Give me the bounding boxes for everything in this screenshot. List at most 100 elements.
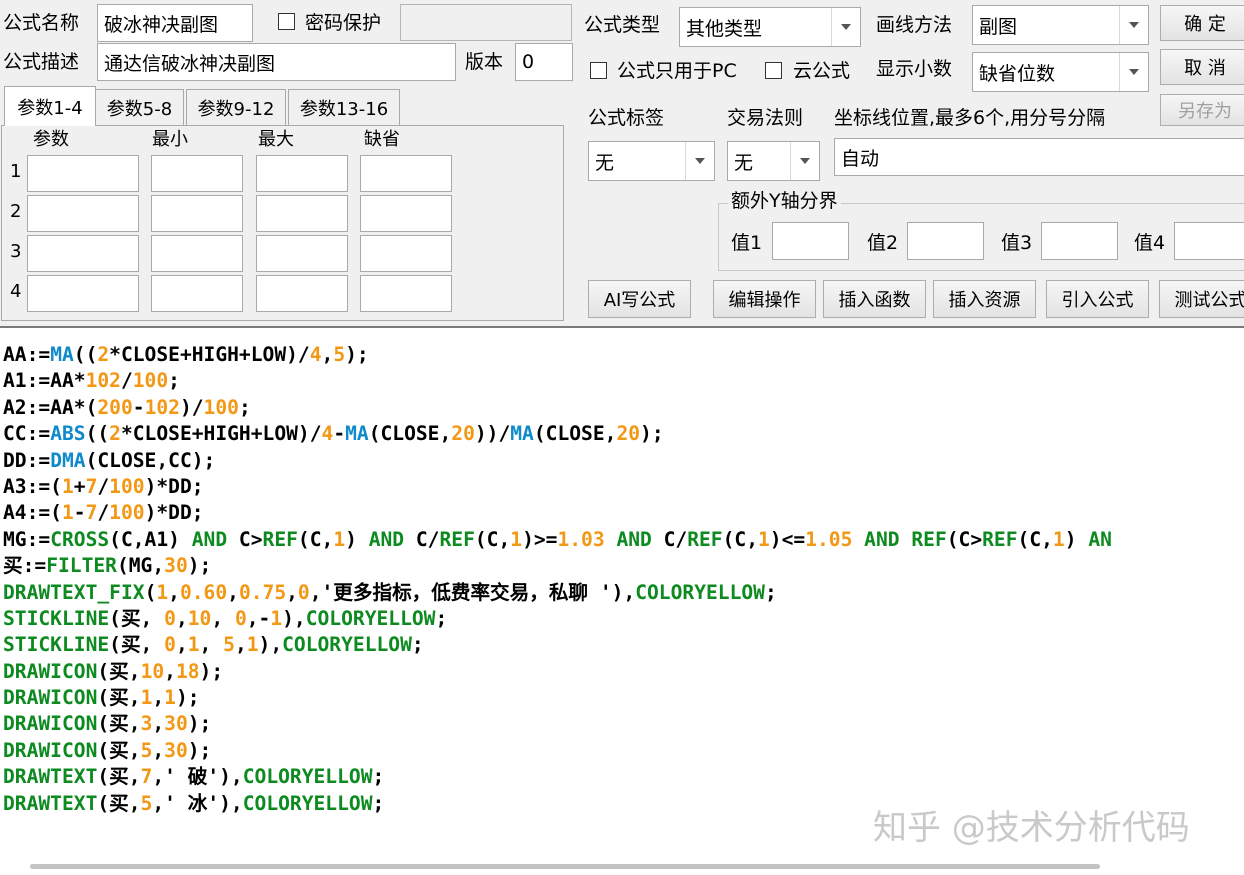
- save-as-button[interactable]: 另存为: [1160, 94, 1244, 126]
- tab-params-9-12[interactable]: 参数9-12: [186, 89, 286, 125]
- draw-method-label: 画线方法: [876, 14, 953, 36]
- chevron-down-icon[interactable]: [831, 8, 860, 46]
- password-input: [400, 4, 572, 41]
- formula-type-value: 其他类型: [686, 17, 763, 40]
- trade-rule-select[interactable]: 无: [727, 141, 820, 181]
- tab-params-1-4[interactable]: 参数1-4: [4, 86, 96, 126]
- formula-tag-select[interactable]: 无: [588, 141, 715, 181]
- code-line[interactable]: DD:=DMA(CLOSE,CC);: [3, 448, 1112, 474]
- decimals-label: 显示小数: [876, 58, 953, 80]
- param-max-field[interactable]: [256, 195, 348, 232]
- draw-method-value: 副图: [979, 15, 1018, 38]
- insert-function-button[interactable]: 插入函数: [823, 280, 926, 318]
- version-input[interactable]: 0: [515, 43, 573, 81]
- password-checkbox[interactable]: [278, 13, 295, 30]
- code-editor[interactable]: AA:=MA((2*CLOSE+HIGH+LOW)/4,5); A1:=AA*10…: [0, 326, 1244, 875]
- param-default-field[interactable]: [360, 235, 452, 272]
- formula-name-value: 破冰神决副图: [104, 13, 219, 36]
- code-line[interactable]: AA:=MA((2*CLOSE+HIGH+LOW)/4,5);: [3, 342, 1112, 368]
- code-line[interactable]: MG:=CROSS(C,A1) AND C>REF(C,1) AND C/REF…: [3, 527, 1112, 553]
- password-label: 密码保护: [305, 12, 382, 34]
- pc-only-checkbox[interactable]: [590, 62, 607, 79]
- param-min-field[interactable]: [151, 275, 243, 312]
- y-value-4-label: 值4: [1134, 232, 1166, 254]
- param-min-field[interactable]: [151, 155, 243, 192]
- code-line[interactable]: DRAWICON(买,10,18);: [3, 659, 1112, 685]
- draw-method-select[interactable]: 副图: [972, 5, 1149, 45]
- test-formula-button[interactable]: 测试公式: [1159, 280, 1244, 318]
- param-header-max: 最大: [258, 129, 294, 150]
- decimals-value: 缺省位数: [979, 62, 1056, 85]
- y-value-4-input[interactable]: [1174, 222, 1244, 260]
- chevron-down-icon[interactable]: [790, 142, 819, 180]
- y-value-2-input[interactable]: [907, 222, 984, 260]
- pc-only-label: 公式只用于PC: [617, 60, 737, 82]
- param-min-field[interactable]: [151, 235, 243, 272]
- chevron-down-icon[interactable]: [1119, 6, 1148, 44]
- formula-tag-value: 无: [595, 151, 615, 174]
- coord-line-input[interactable]: 自动: [834, 138, 1244, 176]
- code-line[interactable]: STICKLINE(买, 0,1, 5,1),COLORYELLOW;: [3, 632, 1112, 658]
- formula-type-label: 公式类型: [584, 14, 661, 36]
- code-line[interactable]: A1:=AA*102/100;: [3, 368, 1112, 394]
- param-default-field[interactable]: [360, 275, 452, 312]
- edit-operation-button[interactable]: 编辑操作: [713, 280, 816, 318]
- formula-type-select[interactable]: 其他类型: [679, 7, 861, 47]
- formula-desc-input[interactable]: 通达信破冰神决副图: [97, 43, 456, 81]
- param-min-field[interactable]: [151, 195, 243, 232]
- cancel-button[interactable]: 取 消: [1160, 49, 1244, 85]
- y-value-1-input[interactable]: [772, 222, 849, 260]
- formula-name-label: 公式名称: [3, 12, 80, 34]
- code-line[interactable]: STICKLINE(买, 0,10, 0,-1),COLORYELLOW;: [3, 606, 1112, 632]
- code-line[interactable]: A3:=(1+7/100)*DD;: [3, 474, 1112, 500]
- import-formula-button[interactable]: 引入公式: [1046, 280, 1149, 318]
- code-line[interactable]: 买:=FILTER(MG,30);: [3, 553, 1112, 579]
- param-row-number: 2: [10, 201, 22, 222]
- code-line[interactable]: A2:=AA*(200-102)/100;: [3, 395, 1112, 421]
- coord-line-label: 坐标线位置,最多6个,用分号分隔: [834, 107, 1106, 129]
- code-line[interactable]: DRAWICON(买,1,1);: [3, 685, 1112, 711]
- param-row-number: 3: [10, 241, 22, 262]
- code-line[interactable]: DRAWTEXT(买,7,' 破'),COLORYELLOW;: [3, 764, 1112, 790]
- param-header-default: 缺省: [364, 129, 400, 150]
- version-value: 0: [522, 51, 535, 73]
- cloud-checkbox[interactable]: [765, 62, 782, 79]
- formula-name-input[interactable]: 破冰神决副图: [97, 4, 253, 42]
- formula-desc-label: 公式描述: [3, 51, 80, 73]
- tab-params-13-16[interactable]: 参数13-16: [288, 89, 400, 125]
- code-line[interactable]: CC:=ABS((2*CLOSE+HIGH+LOW)/4-MA(CLOSE,20…: [3, 421, 1112, 447]
- param-max-field[interactable]: [256, 155, 348, 192]
- horizontal-scrollbar[interactable]: [30, 864, 1100, 869]
- decimals-select[interactable]: 缺省位数: [972, 52, 1149, 92]
- param-max-field[interactable]: [256, 235, 348, 272]
- y-value-3-input[interactable]: [1041, 222, 1118, 260]
- param-default-field[interactable]: [360, 195, 452, 232]
- formula-desc-value: 通达信破冰神决副图: [104, 52, 276, 75]
- chevron-down-icon[interactable]: [1119, 53, 1148, 91]
- param-name-field[interactable]: [27, 275, 139, 312]
- param-row-number: 4: [10, 281, 22, 302]
- code-text[interactable]: AA:=MA((2*CLOSE+HIGH+LOW)/4,5); A1:=AA*10…: [3, 342, 1112, 817]
- param-name-field[interactable]: [27, 155, 139, 192]
- extra-y-axis-title: 额外Y轴分界: [728, 190, 841, 212]
- y-value-3-label: 值3: [1001, 232, 1033, 254]
- code-line[interactable]: A4:=(1-7/100)*DD;: [3, 500, 1112, 526]
- param-name-field[interactable]: [27, 235, 139, 272]
- param-name-field[interactable]: [27, 195, 139, 232]
- insert-resource-button[interactable]: 插入资源: [933, 280, 1036, 318]
- code-line[interactable]: DRAWICON(买,5,30);: [3, 738, 1112, 764]
- y-value-1-label: 值1: [731, 232, 763, 254]
- param-max-field[interactable]: [256, 275, 348, 312]
- ai-write-button[interactable]: AI写公式: [588, 280, 691, 318]
- ok-button[interactable]: 确 定: [1160, 5, 1244, 41]
- tab-params-5-8[interactable]: 参数5-8: [95, 89, 184, 125]
- param-default-field[interactable]: [360, 155, 452, 192]
- code-line[interactable]: DRAWICON(买,3,30);: [3, 711, 1112, 737]
- coord-line-value: 自动: [841, 147, 880, 170]
- param-row-number: 1: [10, 161, 22, 182]
- chevron-down-icon[interactable]: [685, 142, 714, 180]
- param-header-min: 最小: [152, 129, 188, 150]
- y-value-2-label: 值2: [867, 232, 899, 254]
- code-line[interactable]: DRAWTEXT_FIX(1,0.60,0.75,0,'更多指标，低费率交易，私…: [3, 580, 1112, 606]
- watermark: 知乎 @技术分析代码: [873, 808, 1190, 848]
